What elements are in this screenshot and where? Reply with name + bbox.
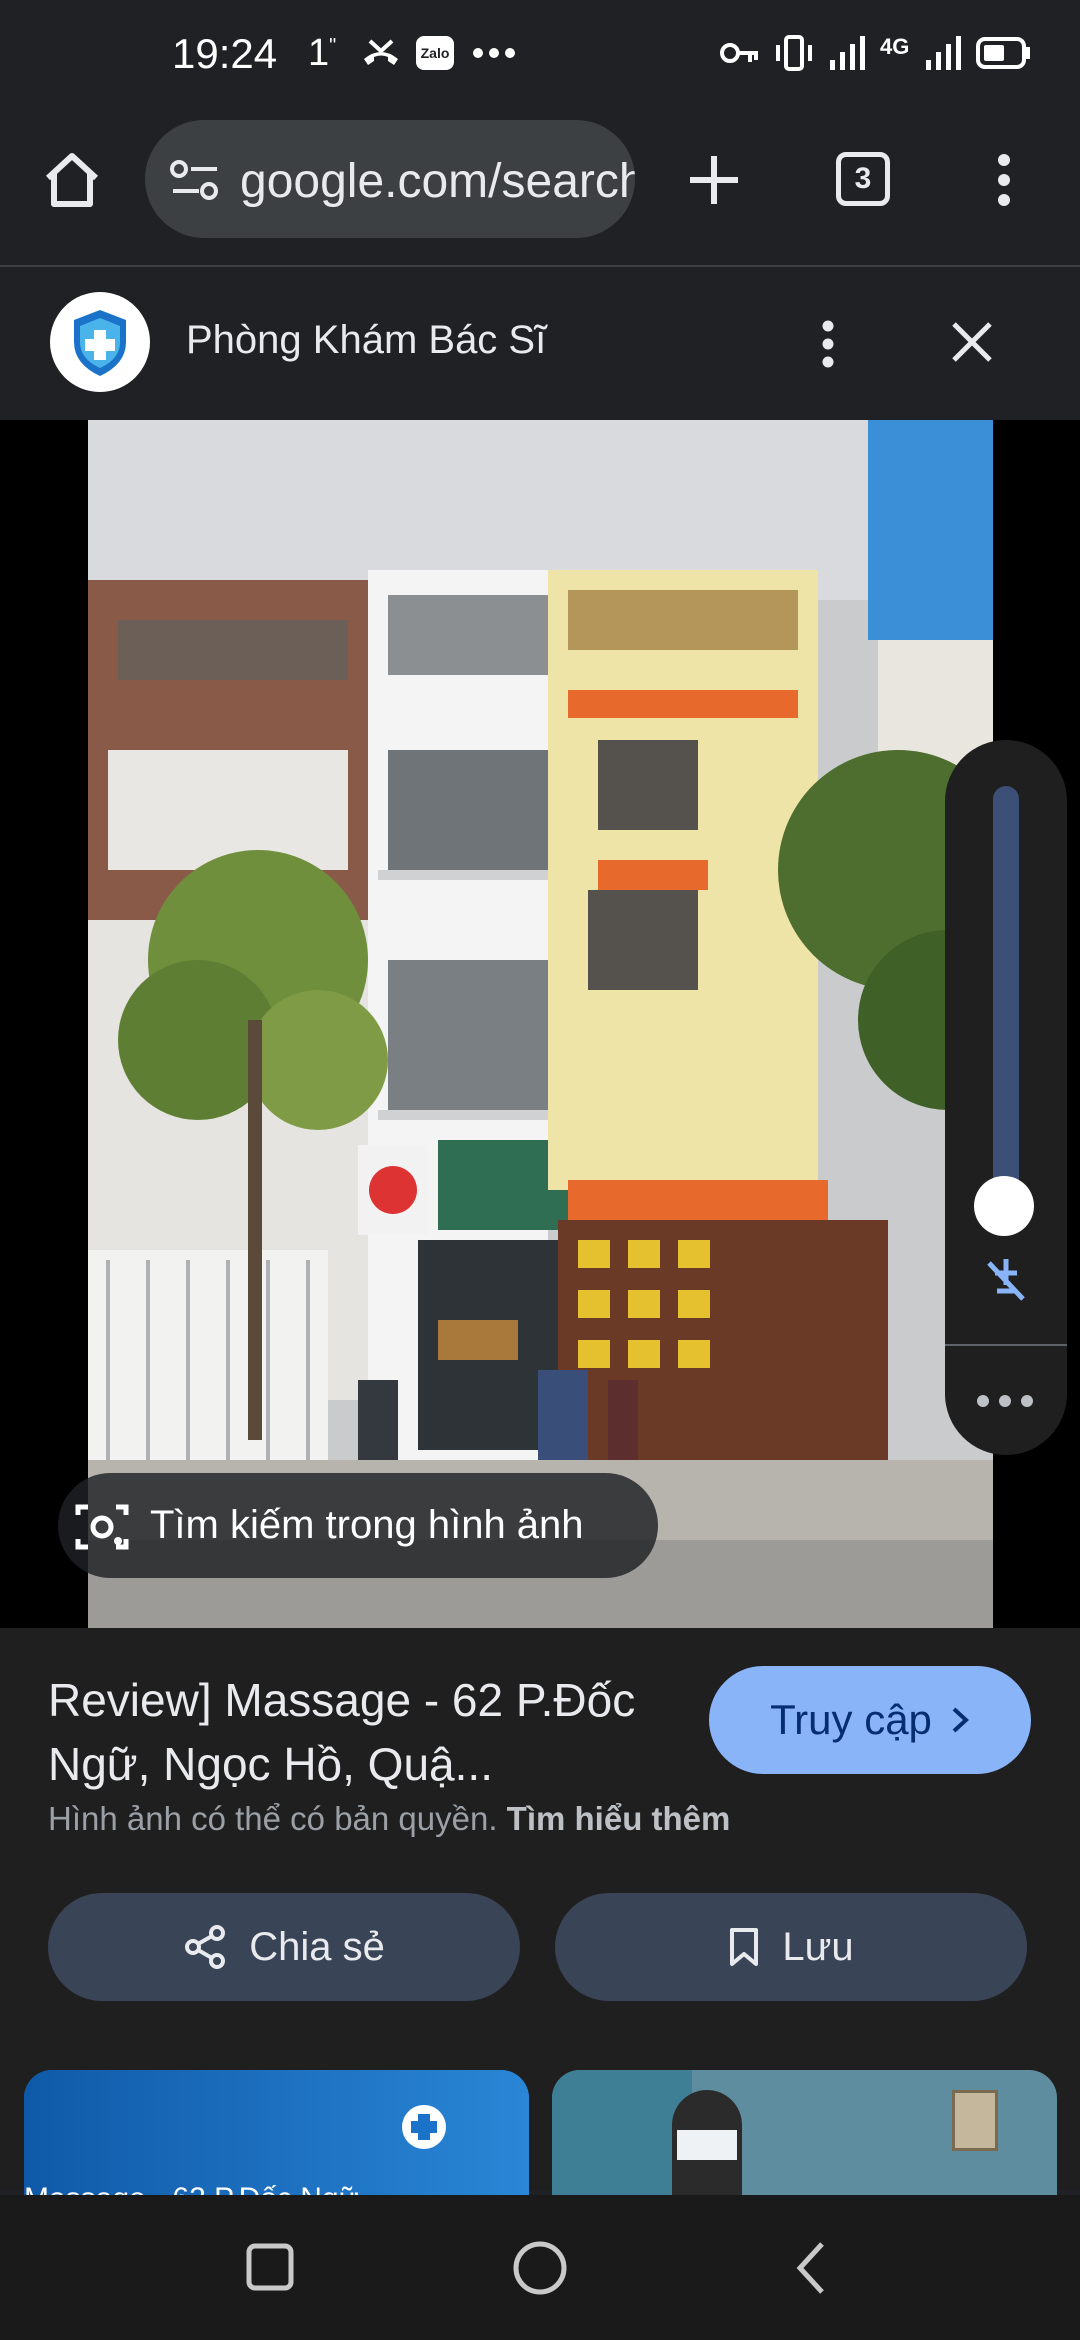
site-settings-icon[interactable]: [169, 158, 221, 207]
result-title[interactable]: Review] Massage - 62 P.Đốc Ngữ, Ngọc Hồ,…: [48, 1668, 688, 1796]
url-text[interactable]: google.com/search: [240, 154, 635, 209]
home-nav-icon[interactable]: [512, 2240, 568, 2301]
missed-call-icon: [360, 30, 402, 76]
tab-switcher-button[interactable]: 3: [836, 152, 890, 206]
related-thumb-1-caption: Massage - 62 P.Đốc Ngữ: [24, 2182, 359, 2195]
panel-more-icon[interactable]: [818, 318, 838, 375]
url-bar[interactable]: google.com/search: [145, 120, 635, 238]
share-label: Chia sẻ: [249, 1924, 385, 1969]
vibrate-icon: [774, 30, 814, 76]
save-button[interactable]: Lưu: [555, 1893, 1027, 2001]
copyright-text: Hình ảnh có thể có bản quyền.: [48, 1800, 498, 1837]
lens-camera-icon: [74, 1501, 130, 1558]
share-icon: [185, 1925, 226, 1969]
volume-slider-track[interactable]: [993, 786, 1019, 1216]
learn-more-link[interactable]: Tìm hiểu thêm: [507, 1800, 731, 1837]
status-bar: [0, 0, 1080, 115]
signal-icon-2: [924, 30, 964, 76]
wall-frame: [952, 2090, 998, 2151]
related-thumb-2[interactable]: [552, 2070, 1057, 2195]
signal-icon: [828, 30, 868, 76]
ringer-muted-icon[interactable]: [983, 1255, 1029, 1310]
visit-button-label: Truy cập: [770, 1696, 932, 1743]
site-title[interactable]: Phòng Khám Bác Sĩ: [186, 318, 546, 363]
key-icon: [720, 30, 760, 76]
more-dots-icon: [472, 30, 516, 76]
zalo-icon: Zalo: [416, 30, 454, 76]
building-photo[interactable]: [88, 420, 993, 1628]
recents-icon[interactable]: [246, 2243, 294, 2296]
site-logo: [50, 292, 150, 392]
home-icon[interactable]: [40, 148, 104, 212]
volume-divider: [945, 1344, 1067, 1346]
save-label: Lưu: [782, 1924, 854, 1969]
back-icon[interactable]: [794, 2240, 828, 2301]
shield-cross-icon: [74, 310, 126, 376]
status-time: 19:24: [172, 30, 278, 77]
search-in-image-chip[interactable]: Tìm kiếm trong hình ảnh: [58, 1473, 658, 1578]
battery-icon: [976, 30, 1032, 76]
copyright-notice: Hình ảnh có thể có bản quyền. Tìm hiểu t…: [48, 1800, 730, 1838]
visit-button[interactable]: Truy cập: [709, 1666, 1031, 1774]
menu-more-icon[interactable]: [994, 150, 1014, 215]
volume-more-icon[interactable]: [975, 1393, 1035, 1414]
volume-slider-thumb[interactable]: [974, 1176, 1034, 1236]
notification-1-icon: 1ʺ: [308, 31, 337, 74]
search-in-image-label[interactable]: Tìm kiếm trong hình ảnh: [150, 1503, 584, 1548]
chevron-right-icon: [952, 1707, 969, 1733]
volume-panel[interactable]: [945, 740, 1067, 1455]
new-tab-icon[interactable]: [684, 150, 744, 215]
share-button[interactable]: Chia sẻ: [48, 1893, 520, 2001]
close-icon[interactable]: [950, 320, 994, 369]
signal-4g-icon: 4G: [880, 34, 910, 59]
clinic-logo-icon: [402, 2105, 446, 2149]
building-photo-image: [88, 420, 993, 1628]
related-thumb-1[interactable]: Massage - 62 P.Đốc Ngữ: [24, 2070, 529, 2195]
bookmark-icon: [730, 1928, 759, 1966]
